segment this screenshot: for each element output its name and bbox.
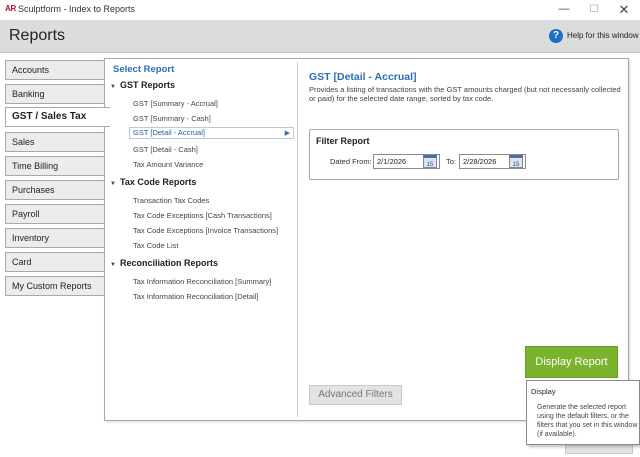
minimize-button[interactable]: —: [549, 0, 579, 20]
selected-arrow-icon: ▶: [284, 130, 290, 137]
tab-purchases[interactable]: Purchases: [5, 180, 107, 200]
tab-my-custom-reports[interactable]: My Custom Reports: [5, 276, 107, 296]
advanced-filters-button[interactable]: Advanced Filters: [309, 385, 402, 405]
date-to-label: To:: [446, 157, 457, 166]
tab-card[interactable]: Card: [5, 252, 107, 272]
select-report-heading: Select Report: [113, 64, 175, 75]
tab-time-billing[interactable]: Time Billing: [5, 156, 107, 176]
chevron-down-icon: ▼: [110, 84, 116, 90]
group-label: GST Reports: [120, 80, 176, 90]
display-report-button[interactable]: Display Report: [525, 346, 618, 378]
report-item-label: GST [Detail - Accrual]: [133, 128, 205, 137]
report-item-tax-info-reconciliation-summary[interactable]: Tax Information Reconciliation [Summary]: [133, 277, 271, 286]
tab-inventory[interactable]: Inventory: [5, 228, 107, 248]
report-item-gst-summary-accrual[interactable]: GST [Summary - Accrual]: [133, 99, 218, 108]
page-title: Reports: [9, 27, 66, 44]
help-icon[interactable]: ?: [549, 29, 563, 43]
group-label: Reconciliation Reports: [120, 258, 219, 268]
calendar-icon[interactable]: 15: [423, 155, 437, 168]
app-logo-icon: AR: [5, 4, 16, 13]
tab-payroll[interactable]: Payroll: [5, 204, 107, 224]
report-item-tax-code-exceptions-invoice[interactable]: Tax Code Exceptions [Invoice Transaction…: [133, 226, 278, 235]
window-title: Sculptform - Index to Reports: [18, 4, 136, 14]
header-bar: Reports ? Help for this window: [0, 20, 640, 53]
filter-report-title: Filter Report: [316, 136, 370, 146]
report-description: Provides a listing of transactions with …: [309, 85, 621, 103]
report-item-tax-code-list[interactable]: Tax Code List: [133, 241, 178, 250]
report-title: GST [Detail - Accrual]: [309, 71, 417, 83]
title-bar: AR Sculptform - Index to Reports — ☐ ✕: [0, 0, 640, 20]
report-item-gst-summary-cash[interactable]: GST [Summary - Cash]: [133, 114, 211, 123]
report-item-transaction-tax-codes[interactable]: Transaction Tax Codes: [133, 196, 209, 205]
report-item-tax-amount-variance[interactable]: Tax Amount Variance: [133, 160, 203, 169]
tooltip-title: Display: [531, 387, 556, 396]
chevron-down-icon: ▼: [110, 262, 116, 268]
group-gst-reports[interactable]: ▼ GST Reports: [110, 80, 175, 90]
tab-banking[interactable]: Banking: [5, 84, 107, 104]
maximize-button[interactable]: ☐: [579, 0, 609, 20]
report-item-gst-detail-cash[interactable]: GST [Detail - Cash]: [133, 145, 198, 154]
tab-gst-sales-tax[interactable]: GST / Sales Tax: [5, 107, 110, 127]
calendar-icon[interactable]: 15: [509, 155, 523, 168]
panel-divider: [297, 62, 298, 417]
help-link[interactable]: Help for this window: [567, 31, 639, 40]
group-reconciliation-reports[interactable]: ▼ Reconciliation Reports: [110, 258, 218, 268]
display-tooltip: Display Generate the selected report usi…: [526, 380, 640, 445]
group-label: Tax Code Reports: [120, 177, 197, 187]
close-button[interactable]: ✕: [609, 0, 639, 20]
report-item-gst-detail-accrual[interactable]: GST [Detail - Accrual] ▶: [129, 127, 294, 139]
dated-from-label: Dated From:: [330, 157, 372, 166]
tab-sales[interactable]: Sales: [5, 132, 107, 152]
group-tax-code-reports[interactable]: ▼ Tax Code Reports: [110, 177, 196, 187]
tooltip-body: Generate the selected report using the d…: [537, 404, 638, 438]
tab-accounts[interactable]: Accounts: [5, 60, 107, 80]
chevron-down-icon: ▼: [110, 181, 116, 187]
report-item-tax-code-exceptions-cash[interactable]: Tax Code Exceptions [Cash Transactions]: [133, 211, 272, 220]
report-item-tax-info-reconciliation-detail[interactable]: Tax Information Reconciliation [Detail]: [133, 292, 258, 301]
